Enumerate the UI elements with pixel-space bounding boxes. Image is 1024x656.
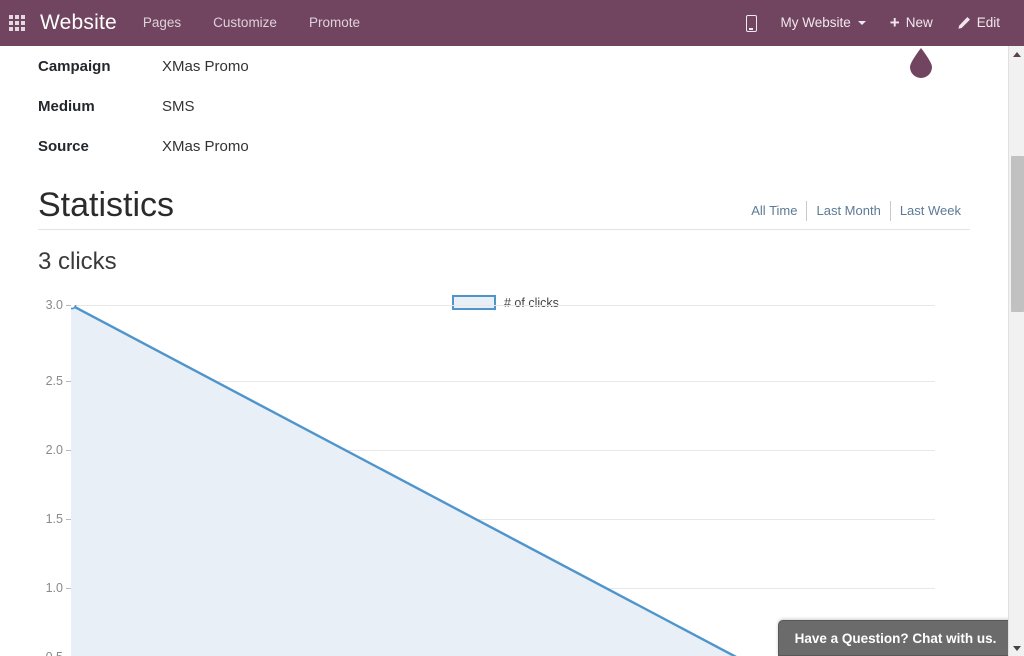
info-row-source: Source XMas Promo [0, 126, 1008, 166]
clicks-summary: 3 clicks [38, 248, 117, 275]
series-data-point [71, 305, 77, 310]
triangle-up-glyph [1013, 51, 1021, 57]
chat-widget-label: Have a Question? Chat with us. [794, 630, 997, 646]
series-area-clicks [71, 305, 735, 656]
chat-widget-button[interactable]: Have a Question? Chat with us. [778, 620, 1013, 656]
scrollbar-thumb[interactable] [1011, 156, 1024, 312]
info-label-medium: Medium [38, 97, 95, 115]
nav-item-pages[interactable]: Pages [127, 0, 197, 46]
info-value-campaign: XMas Promo [162, 57, 249, 75]
chart-series-svg [71, 305, 737, 656]
info-value-medium: SMS [162, 97, 195, 115]
edit-button-label: Edit [976, 15, 1000, 30]
new-button-label: New [905, 15, 933, 30]
mobile-phone-icon [745, 14, 757, 32]
page-scrollbar[interactable] [1008, 46, 1024, 656]
website-selector-label: My Website [780, 15, 851, 30]
tab-all-time[interactable]: All Time [742, 201, 806, 221]
edit-button[interactable]: Edit [945, 0, 1012, 46]
y-tick-label: 2.0 [46, 443, 72, 457]
navbar-right-group: My Website + New Edit [734, 0, 1024, 46]
website-selector-dropdown[interactable]: My Website [769, 0, 878, 46]
top-navbar: Website Pages Customize Promote My Websi… [0, 0, 1024, 46]
link-info-table: Campaign XMas Promo Medium SMS Source XM… [0, 46, 1008, 166]
info-label-campaign: Campaign [38, 57, 111, 75]
new-button[interactable]: + New [878, 0, 945, 46]
plus-icon: + [889, 13, 900, 32]
apps-grid-glyph [9, 15, 25, 31]
range-tab-group: All Time Last Month Last Week [742, 201, 970, 221]
info-row-medium: Medium SMS [0, 86, 1008, 126]
y-tick-label: 1.0 [46, 581, 72, 595]
chart-plot-area: 3.0 2.5 2.0 1.5 1.0 0.5 [46, 298, 935, 656]
page-content: Campaign XMas Promo Medium SMS Source XM… [0, 46, 1008, 656]
tab-last-month[interactable]: Last Month [807, 201, 889, 221]
chevron-down-icon [857, 21, 866, 25]
scroll-down-arrow-icon[interactable] [1009, 640, 1024, 656]
nav-item-promote[interactable]: Promote [293, 0, 376, 46]
mobile-preview-button[interactable] [734, 14, 769, 32]
y-tick-label: 3.0 [46, 298, 72, 312]
info-label-source: Source [38, 137, 89, 155]
statistics-header: Statistics All Time Last Month Last Week [38, 184, 970, 230]
info-row-campaign: Campaign XMas Promo [0, 46, 1008, 86]
tab-last-week[interactable]: Last Week [891, 201, 970, 221]
scroll-up-arrow-icon[interactable] [1009, 46, 1024, 62]
nav-item-customize[interactable]: Customize [197, 0, 293, 46]
y-tick-label: 2.5 [46, 374, 72, 388]
y-tick-label: 0.5 [46, 650, 71, 656]
apps-grid-icon[interactable] [0, 0, 34, 46]
brand-website-link[interactable]: Website [34, 11, 127, 35]
loading-droplet-indicator [908, 48, 934, 78]
y-tick-label: 1.5 [46, 512, 72, 526]
clicks-chart: # of clicks 3.0 2.5 2.0 1.5 1.0 0.5 [0, 286, 1008, 656]
pencil-icon [957, 16, 971, 30]
info-value-source: XMas Promo [162, 137, 249, 155]
triangle-down-glyph [1013, 645, 1021, 651]
